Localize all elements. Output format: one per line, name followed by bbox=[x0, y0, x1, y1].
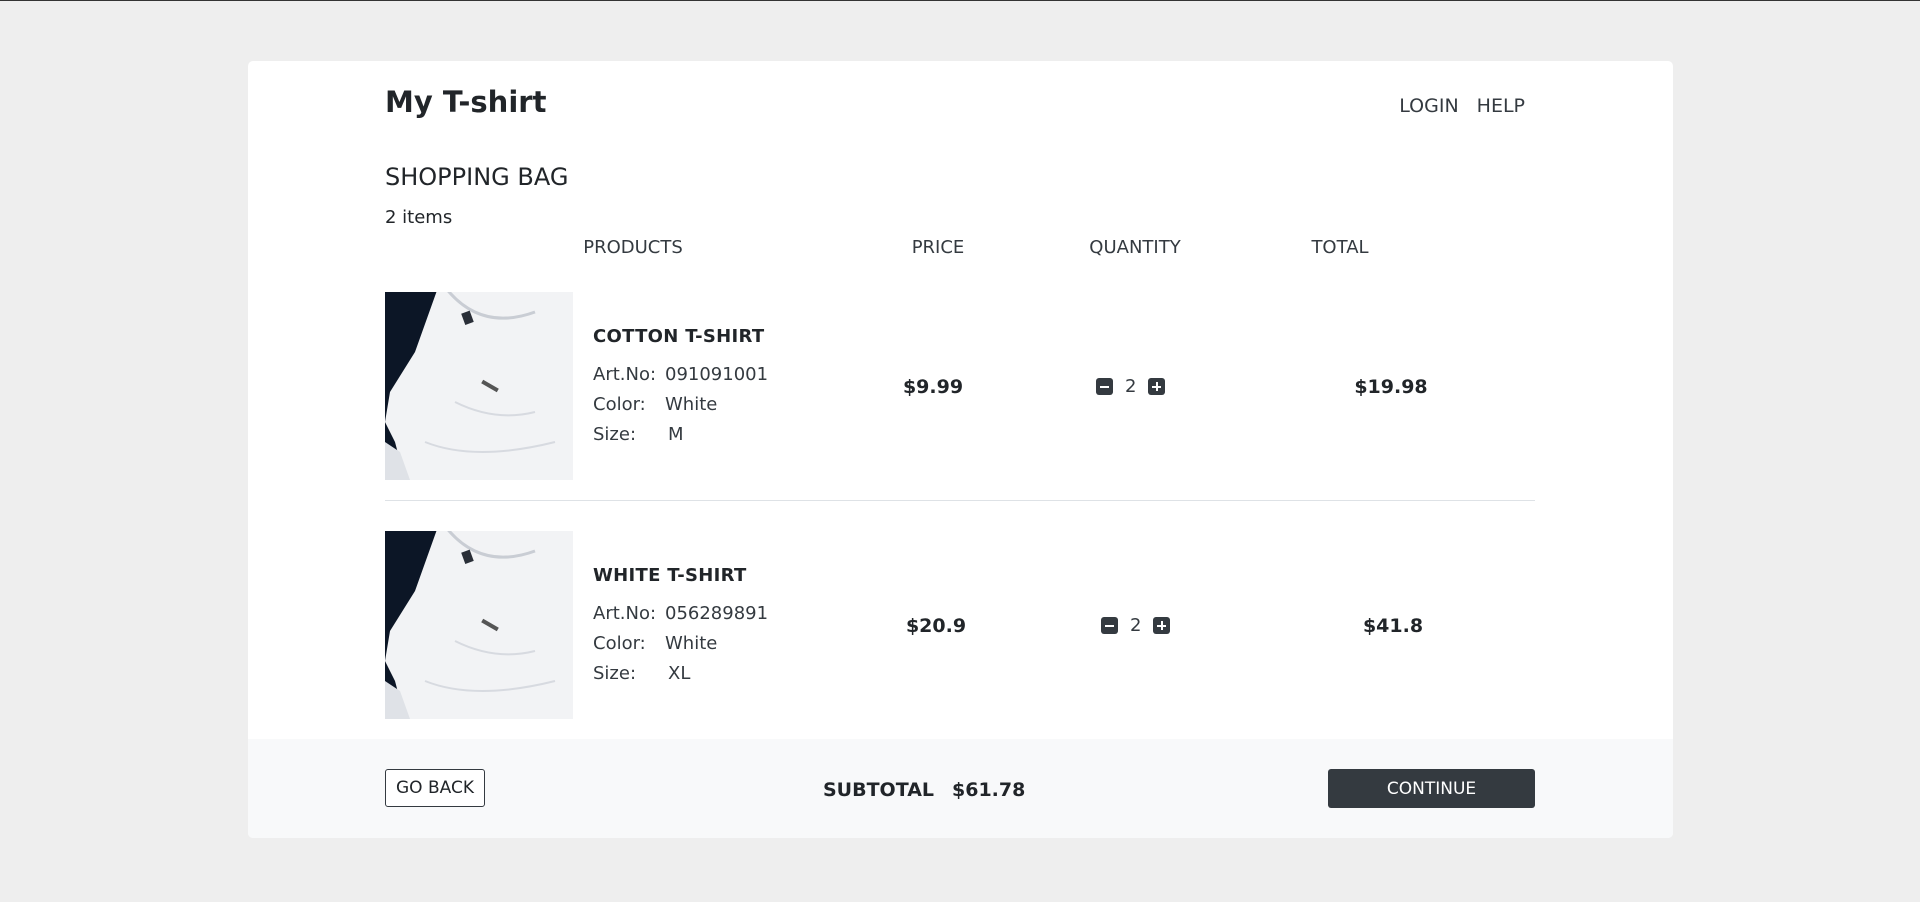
continue-button[interactable]: CONTINUE bbox=[1328, 769, 1535, 808]
plus-square-icon[interactable] bbox=[1148, 378, 1166, 395]
login-link[interactable]: LOGIN bbox=[1399, 95, 1458, 117]
color-label: Color: bbox=[593, 633, 646, 654]
quantity-stepper: 2 bbox=[1096, 376, 1166, 397]
color-value: White bbox=[665, 633, 718, 654]
top-nav: LOGIN HELP bbox=[1399, 95, 1525, 117]
item-total: $41.8 bbox=[1362, 615, 1424, 637]
item-price: $20.9 bbox=[905, 615, 967, 637]
artno-label: Art.No: bbox=[593, 603, 657, 624]
quantity-value: 2 bbox=[1125, 376, 1137, 397]
tshirt-photo-icon bbox=[385, 292, 573, 480]
cart-card: My T-shirt LOGIN HELP SHOPPING BAG 2 ite… bbox=[248, 61, 1673, 838]
size-label: Size: bbox=[593, 663, 637, 684]
item-total: $19.98 bbox=[1354, 376, 1428, 398]
go-back-button[interactable]: GO BACK bbox=[385, 769, 485, 807]
size-label: Size: bbox=[593, 424, 637, 445]
quantity-stepper: 2 bbox=[1101, 615, 1171, 636]
artno-label: Art.No: bbox=[593, 364, 657, 385]
color-value: White bbox=[665, 394, 718, 415]
column-price: PRICE bbox=[911, 237, 965, 258]
item-count: 2 items bbox=[385, 207, 453, 228]
artno-value: 056289891 bbox=[665, 603, 769, 624]
cart-row: COTTON T-SHIRT Art.No: 091091001 Color: … bbox=[385, 292, 1535, 501]
item-price: $9.99 bbox=[902, 376, 964, 398]
product-color: Color: White bbox=[593, 633, 717, 654]
product-image bbox=[385, 531, 573, 719]
product-name: WHITE T-SHIRT bbox=[593, 565, 747, 586]
subtotal-label: SUBTOTAL bbox=[823, 779, 935, 801]
product-artno: Art.No: 056289891 bbox=[593, 603, 768, 624]
column-products: PRODUCTS bbox=[583, 237, 683, 258]
tshirt-photo-icon bbox=[385, 531, 573, 719]
quantity-value: 2 bbox=[1130, 615, 1142, 636]
product-color: Color: White bbox=[593, 394, 717, 415]
size-value: M bbox=[668, 424, 684, 445]
color-label: Color: bbox=[593, 394, 646, 415]
artno-value: 091091001 bbox=[665, 364, 769, 385]
product-artno: Art.No: 091091001 bbox=[593, 364, 768, 385]
column-total: TOTAL bbox=[1311, 237, 1369, 258]
brand-title: My T-shirt bbox=[385, 85, 547, 119]
cart-footer: GO BACK SUBTOTAL $61.78 CONTINUE bbox=[248, 739, 1673, 838]
minus-square-icon[interactable] bbox=[1096, 378, 1113, 395]
column-quantity: QUANTITY bbox=[1089, 237, 1181, 258]
cart-row: WHITE T-SHIRT Art.No: 056289891 Color: W… bbox=[385, 531, 1535, 719]
subtotal-value: $61.78 bbox=[952, 779, 1026, 801]
product-name: COTTON T-SHIRT bbox=[593, 326, 765, 347]
plus-square-icon[interactable] bbox=[1153, 617, 1171, 634]
product-image bbox=[385, 292, 573, 480]
size-value: XL bbox=[668, 663, 691, 684]
product-size: Size: M bbox=[593, 424, 684, 445]
shopping-bag-title: SHOPPING BAG bbox=[385, 163, 569, 191]
help-link[interactable]: HELP bbox=[1477, 95, 1525, 117]
window-top-border bbox=[0, 0, 1920, 1]
product-size: Size: XL bbox=[593, 663, 690, 684]
minus-square-icon[interactable] bbox=[1101, 617, 1118, 634]
